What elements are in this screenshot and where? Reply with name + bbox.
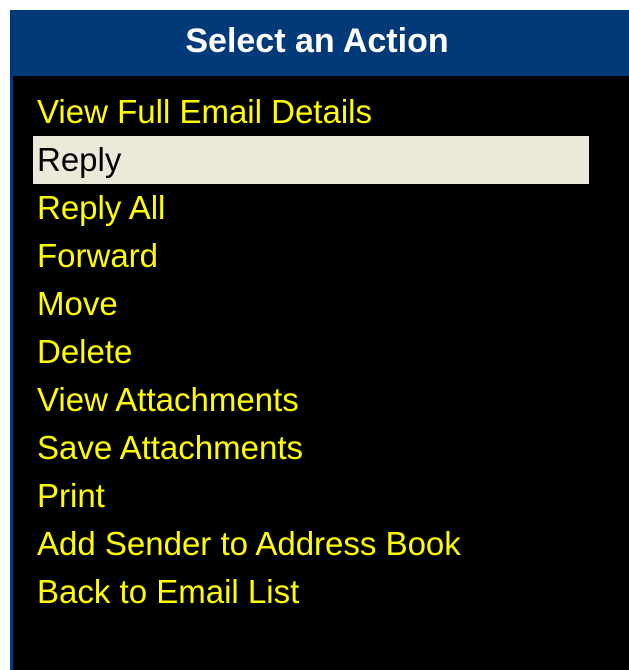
menu-item-save-attachments[interactable]: Save Attachments bbox=[33, 424, 589, 472]
menu-item-view-full-email-details[interactable]: View Full Email Details bbox=[33, 88, 589, 136]
menu-item-reply[interactable]: Reply bbox=[33, 136, 589, 184]
action-menu-panel: Select an Action View Full Email Details… bbox=[10, 10, 629, 670]
menu-item-forward[interactable]: Forward bbox=[33, 232, 589, 280]
dialog-title: Select an Action bbox=[13, 10, 629, 76]
menu-item-move[interactable]: Move bbox=[33, 280, 589, 328]
menu-item-back-to-email-list[interactable]: Back to Email List bbox=[33, 568, 589, 616]
menu-item-add-sender-to-address-book[interactable]: Add Sender to Address Book bbox=[33, 520, 589, 568]
menu-item-delete[interactable]: Delete bbox=[33, 328, 589, 376]
menu-item-view-attachments[interactable]: View Attachments bbox=[33, 376, 589, 424]
menu-item-print[interactable]: Print bbox=[33, 472, 589, 520]
menu-item-reply-all[interactable]: Reply All bbox=[33, 184, 589, 232]
action-list: View Full Email Details Reply Reply All … bbox=[13, 76, 629, 616]
